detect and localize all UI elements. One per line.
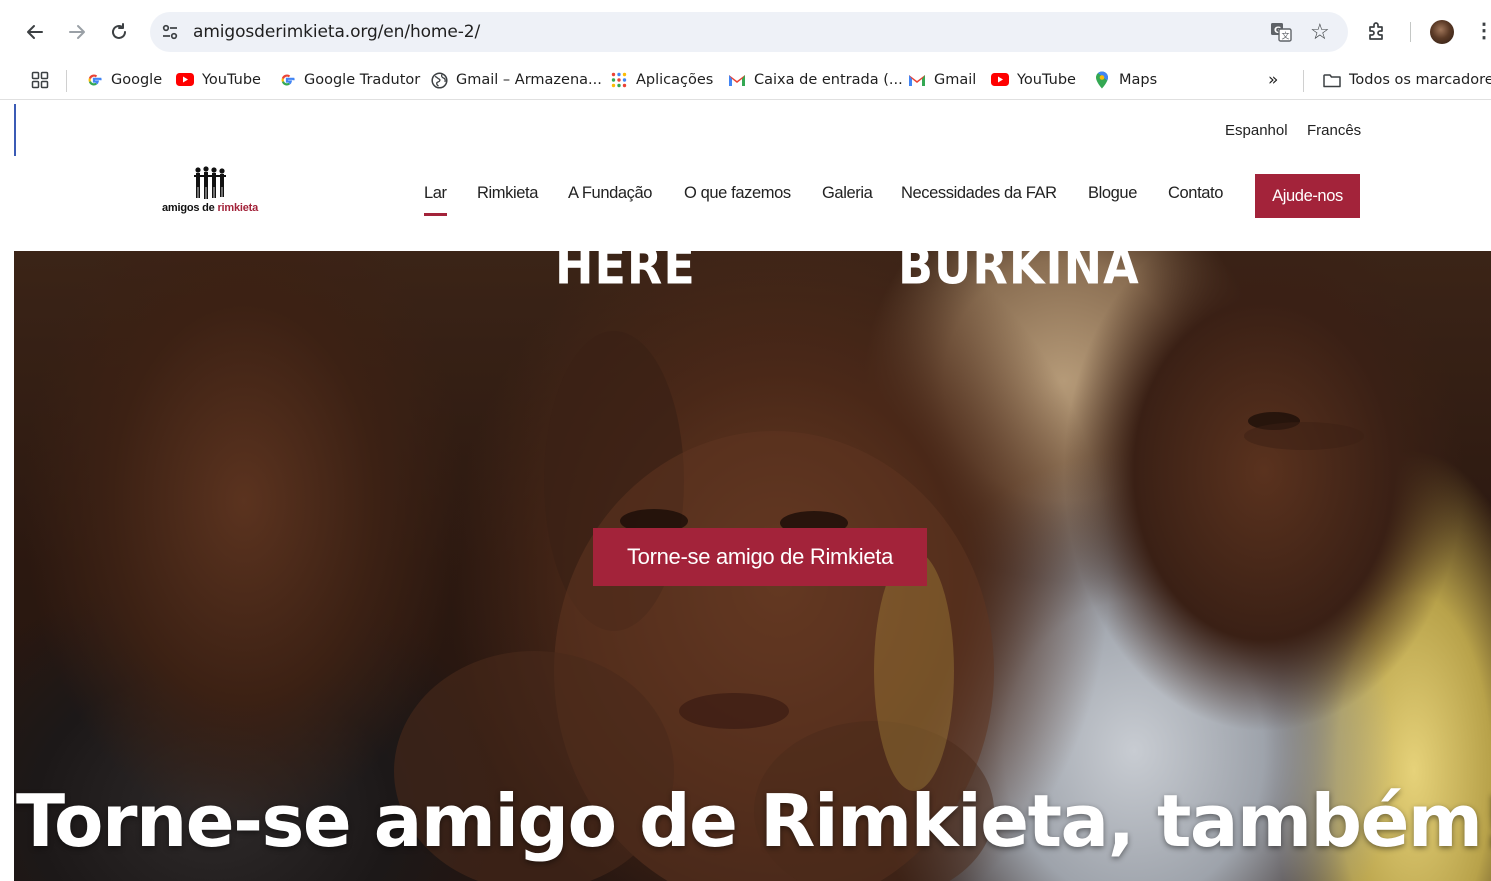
kebab-menu-icon[interactable]: ⋮ (1474, 18, 1491, 43)
site-settings-icon[interactable] (160, 22, 180, 42)
address-bar[interactable]: amigosderimkieta.org/en/home-2/ G文 ☆ (150, 12, 1348, 52)
nav-item-blogue[interactable]: Blogue (1088, 184, 1137, 203)
bookmark-label: Google Tradutor (304, 72, 421, 88)
all-bookmarks-button[interactable]: Todos os marcadores (1323, 70, 1491, 90)
extensions-puzzle-icon[interactable] (1366, 20, 1388, 42)
gmail-icon (908, 71, 926, 89)
nav-item-a-fundacao[interactable]: A Fundação (568, 184, 652, 203)
logo-figures-icon (194, 166, 226, 199)
bookmark-label: Todos os marcadores (1349, 72, 1491, 88)
bookmark-label: Aplicações (636, 72, 714, 88)
become-friend-button[interactable]: Torne-se amigo de Rimkieta (593, 528, 927, 586)
bookmarks-divider (1303, 70, 1304, 92)
language-link-frances[interactable]: Francês (1307, 122, 1361, 139)
bookmark-label: YouTube (202, 72, 261, 88)
folder-icon (1323, 71, 1341, 89)
translate-icon[interactable]: G文 (1270, 21, 1292, 43)
youtube-icon (176, 71, 194, 89)
website-page: Espanhol Francês amigos de rimkieta Lar … (0, 100, 1491, 881)
apps-shortcut-icon[interactable] (31, 70, 49, 90)
reload-icon[interactable] (105, 18, 133, 46)
nav-item-rimkieta[interactable]: Rimkieta (477, 184, 538, 203)
help-us-button[interactable]: Ajude-nos (1255, 174, 1360, 218)
chevron-double-right-icon: » (1268, 70, 1279, 90)
bookmark-label: Gmail (934, 72, 977, 88)
site-logo[interactable]: amigos de rimkieta (162, 166, 262, 216)
nav-item-necessidades-da-far[interactable]: Necessidades da FAR (901, 184, 1057, 203)
google-icon (85, 71, 103, 89)
bookmark-caixa-de-entrada[interactable]: Caixa de entrada (... (728, 70, 903, 90)
profile-avatar[interactable] (1430, 20, 1454, 44)
maps-pin-icon (1093, 71, 1111, 89)
globe-icon (430, 71, 448, 89)
bookmark-youtube-2[interactable]: YouTube (991, 70, 1076, 90)
hero-word-left: HERE (555, 251, 696, 296)
bookmark-youtube[interactable]: YouTube (176, 70, 261, 90)
browser-toolbar: amigosderimkieta.org/en/home-2/ G文 ☆ ⋮ (0, 0, 1491, 62)
bookmark-star-icon[interactable]: ☆ (1310, 19, 1330, 45)
hero-headline: Torne-se amigo de Rimkieta, também! (16, 779, 1491, 863)
bookmark-google[interactable]: Google (85, 70, 162, 90)
bookmark-aplicacoes[interactable]: Aplicações (610, 70, 713, 90)
apps-grid-icon (610, 71, 628, 89)
youtube-icon (991, 71, 1009, 89)
hero-banner: HERE BURKINA Torne-se amigo de Rimkieta … (14, 251, 1491, 881)
bookmarks-divider (66, 70, 67, 92)
bookmarks-overflow-button[interactable]: » (1268, 70, 1278, 90)
nav-item-o-que-fazemos[interactable]: O que fazemos (684, 184, 791, 203)
bookmark-label: Caixa de entrada (... (754, 72, 903, 88)
bookmark-google-tradutor[interactable]: Google Tradutor (278, 70, 420, 90)
gmail-icon (728, 71, 746, 89)
bookmark-label: Maps (1119, 72, 1158, 88)
bookmark-label: Gmail – Armazena... (456, 72, 602, 88)
nav-item-galeria[interactable]: Galeria (822, 184, 873, 203)
toolbar-divider (1410, 22, 1411, 42)
nav-item-lar[interactable]: Lar (424, 184, 447, 216)
bookmark-label: YouTube (1017, 72, 1076, 88)
language-link-espanhol[interactable]: Espanhol (1225, 122, 1288, 139)
logo-wordmark: amigos de rimkieta (162, 202, 259, 214)
bookmark-label: Google (111, 72, 163, 88)
nav-item-contato[interactable]: Contato (1168, 184, 1223, 203)
google-icon (278, 71, 296, 89)
back-arrow-icon[interactable] (21, 18, 49, 46)
bookmark-gmail-armazena[interactable]: Gmail – Armazena... (430, 70, 602, 90)
hero-word-right: BURKINA (898, 251, 1140, 296)
focus-caret (14, 104, 16, 156)
svg-text:文: 文 (1282, 31, 1290, 41)
forward-arrow-icon[interactable] (63, 18, 91, 46)
bookmarks-bar: Google YouTube Google Tradutor Gmail – A… (0, 62, 1491, 100)
bookmark-gmail[interactable]: Gmail (908, 70, 976, 90)
url-text[interactable]: amigosderimkieta.org/en/home-2/ (193, 22, 480, 42)
bookmark-maps[interactable]: Maps (1093, 70, 1157, 90)
